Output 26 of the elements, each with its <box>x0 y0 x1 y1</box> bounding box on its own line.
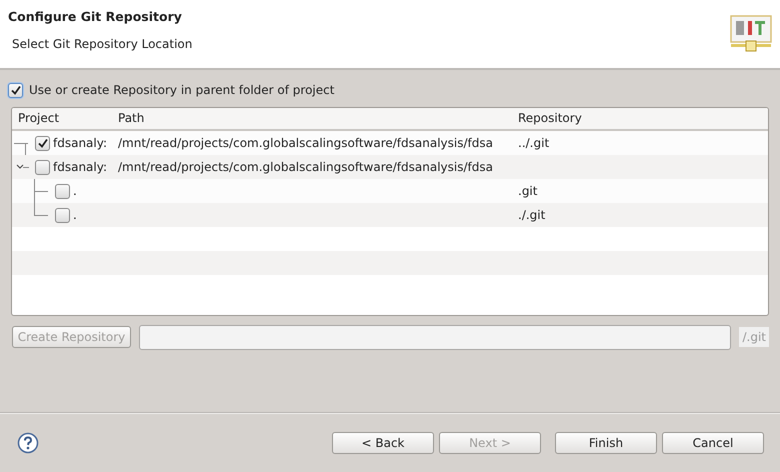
help-icon[interactable] <box>17 432 39 454</box>
table-cell: . <box>73 184 77 198</box>
table-cell: ./.git <box>518 208 546 222</box>
table-cell: .git <box>518 184 538 198</box>
table-cell: fdsanaly: <box>53 136 108 150</box>
dialog-subtitle: Select Git Repository Location <box>12 37 192 51</box>
checkbox[interactable] <box>35 136 50 150</box>
dialog-button[interactable]: < Back <box>332 432 434 454</box>
table-cell: ../.git <box>518 136 550 150</box>
table-cell: /mnt/read/projects/com.globalscalingsoftware/fdsanalysis/fdsa <box>118 136 493 150</box>
table-cell: /mnt/read/projects/com.globalscalingsoftware/fdsanalysis/fdsa <box>118 160 493 174</box>
dialog-title: Configure Git Repository <box>8 9 183 24</box>
column-header[interactable]: Repository <box>512 108 768 129</box>
column-header[interactable]: Path <box>112 108 512 129</box>
checkbox-label[interactable]: Use or create Repository in parent folder of project <box>29 83 334 97</box>
checkbox[interactable] <box>55 208 70 222</box>
repository-name-field[interactable] <box>139 324 732 350</box>
dialog-button[interactable]: Finish <box>555 432 657 454</box>
suffix-label: /.git <box>739 327 769 347</box>
column-header[interactable]: Project <box>12 108 112 129</box>
checkbox[interactable] <box>35 160 50 174</box>
table-cell: fdsanaly: <box>53 160 108 174</box>
checkbox[interactable] <box>55 184 70 198</box>
dialog-button[interactable]: Cancel <box>662 432 764 454</box>
table-cell: . <box>73 208 77 222</box>
checkbox[interactable] <box>8 82 23 98</box>
